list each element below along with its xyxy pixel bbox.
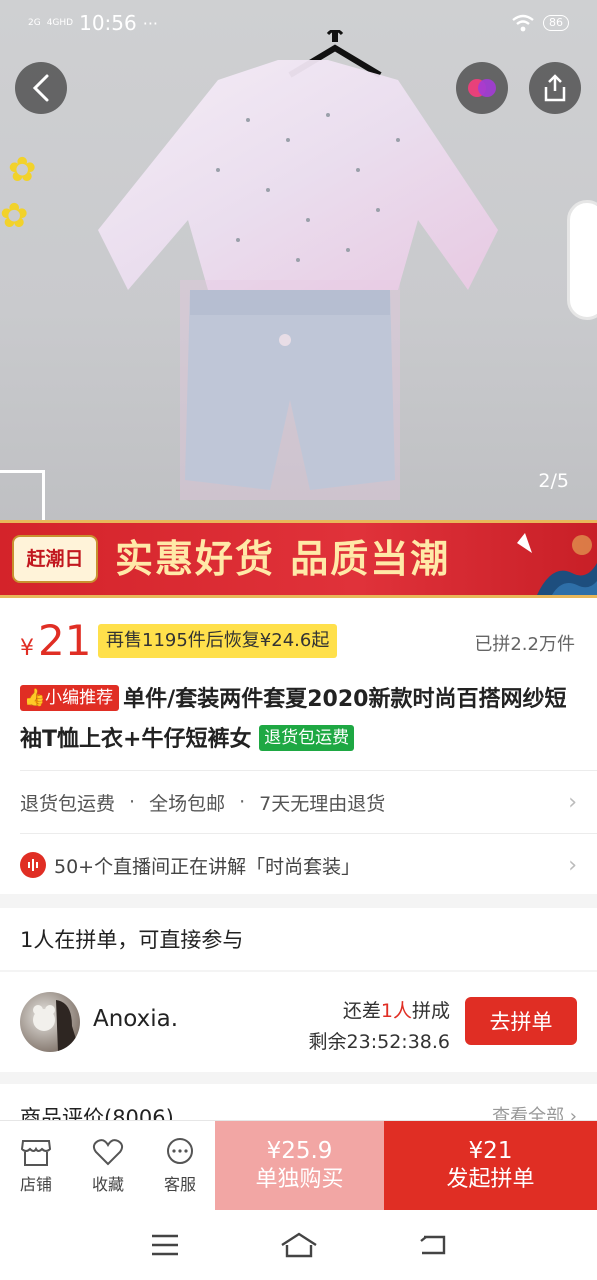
need-suffix: 拼成 — [411, 1000, 450, 1022]
group-buy-label: 发起拼单 — [446, 1167, 535, 1192]
status-bar: 2G 4GHD 10:56 ··· 86 — [0, 0, 597, 46]
group-price: 21 — [38, 616, 92, 665]
banner-tag: 赶潮日 — [12, 535, 98, 583]
service-free-shipping: 全场包邮 — [149, 792, 226, 815]
currency-symbol: ¥ — [20, 636, 34, 661]
thumbs-up-icon: 👍 — [24, 688, 46, 708]
live-stream-icon — [20, 852, 46, 878]
separator: · — [129, 791, 136, 813]
service-free-return: 退货包运费 — [20, 792, 116, 815]
group-buy-price: ¥21 — [468, 1138, 513, 1164]
sold-count: 已拼2.2万件 — [474, 634, 575, 655]
product-image[interactable]: ✿ ✿ — [0, 0, 597, 520]
restore-price-note: 再售1195件后恢复¥24.6起 — [98, 624, 338, 658]
system-nav-bar — [0, 1210, 597, 1280]
shirt-graphic — [98, 60, 498, 290]
flower-decoration: ✿ — [0, 196, 29, 236]
free-return-badge: 退货包运费 — [259, 725, 355, 751]
price: ¥ 21 — [20, 620, 91, 662]
remaining-time: 剩余23:52:38.6 — [308, 1031, 450, 1053]
brand-logo-icon — [468, 79, 496, 97]
share-icon — [544, 74, 566, 102]
editor-recommend-badge: 👍小编推荐 — [20, 685, 120, 711]
bottom-action-bar: 店铺 收藏 客服 ¥25.9 单独购买 ¥21 发起拼单 — [0, 1120, 597, 1211]
need-prefix: 还差 — [342, 1000, 381, 1022]
wifi-icon — [512, 14, 534, 32]
shelf-decoration — [0, 470, 45, 520]
customer-service-button[interactable]: 客服 — [144, 1121, 216, 1210]
need-more-people: 还差1人拼成 — [343, 996, 450, 1023]
share-button[interactable] — [529, 62, 581, 114]
alone-price: ¥25.9 — [266, 1138, 333, 1164]
back-nav-icon[interactable] — [418, 1233, 448, 1257]
battery-indicator: 86 — [543, 15, 569, 31]
reviews-section[interactable]: 商品评价(8006) 查看全部 › — [0, 1084, 597, 1130]
service-label: 客服 — [163, 1174, 196, 1194]
group-buy-entry: Anoxia. 还差1人拼成 剩余23:52:38.6 去拼单 — [0, 972, 597, 1072]
side-scroll-handle[interactable] — [567, 200, 597, 320]
menu-icon[interactable] — [150, 1233, 180, 1257]
back-button[interactable] — [15, 62, 67, 114]
avatar — [20, 992, 80, 1052]
services-row[interactable]: 退货包运费 · 全场包邮 · 7天无理由退货 › — [0, 771, 597, 833]
need-count: 1人 — [380, 1000, 412, 1022]
shorts-graphic — [180, 280, 400, 500]
separator: · — [239, 791, 246, 813]
editor-recommend-label: 小编推荐 — [45, 688, 114, 708]
product-page: ✿ ✿ 2G 4GHD 10:56 ··· 86 2/5 赶潮日 实惠好货 品质… — [0, 0, 597, 1280]
home-icon[interactable] — [279, 1231, 319, 1259]
shop-icon — [20, 1139, 52, 1166]
favorite-label: 收藏 — [91, 1174, 124, 1194]
chat-icon — [167, 1137, 193, 1164]
live-stream-row[interactable]: 50+个直播间正在讲解「时尚套装」 › — [0, 834, 597, 896]
chevron-right-icon: › — [568, 852, 577, 878]
flower-decoration: ✿ — [8, 150, 37, 190]
crane-wave-decoration — [517, 533, 597, 595]
shop-label: 店铺 — [19, 1174, 52, 1194]
signal-sim2: 4GHD — [46, 17, 74, 28]
image-counter: 2/5 — [538, 470, 569, 492]
signal-sim1: 2G — [28, 17, 41, 28]
shop-button[interactable]: 店铺 — [0, 1121, 72, 1210]
more-notifications: ··· — [142, 13, 159, 33]
chevron-left-icon — [32, 74, 49, 102]
favorite-button[interactable]: 收藏 — [72, 1121, 144, 1210]
buy-alone-button[interactable]: ¥25.9 单独购买 — [215, 1121, 384, 1211]
clock: 10:56 — [79, 11, 137, 35]
group-user-name: Anoxia. — [93, 1006, 179, 1032]
group-buy-heading: 1人在拼单，可直接参与 — [0, 908, 597, 970]
live-stream-text: 50+个直播间正在讲解「时尚套装」 — [54, 855, 361, 878]
promo-banner[interactable]: 赶潮日 实惠好货 品质当潮 — [0, 520, 597, 598]
brand-button[interactable] — [456, 62, 508, 114]
alone-label: 单独购买 — [255, 1167, 344, 1192]
heart-icon — [92, 1138, 124, 1165]
banner-slogan: 实惠好货 品质当潮 — [115, 536, 451, 581]
start-group-button[interactable]: ¥21 发起拼单 — [384, 1121, 597, 1211]
chevron-right-icon: › — [568, 789, 577, 815]
product-title: 👍小编推荐 单件/套装两件套夏2020新款时尚百搭网纱短袖T恤上衣+牛仔短裤女 退… — [20, 680, 580, 760]
service-7day-return: 7天无理由退货 — [259, 792, 386, 815]
join-group-button[interactable]: 去拼单 — [465, 997, 577, 1045]
